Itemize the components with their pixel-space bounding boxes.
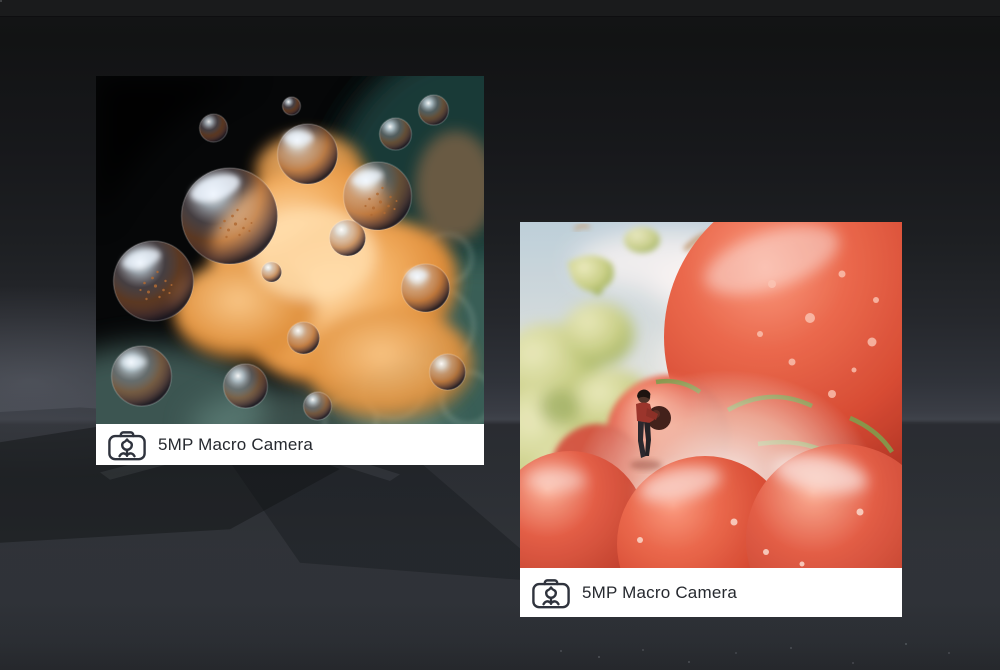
macro-camera-icon [107,429,147,461]
macro-sample-card-tomatoes: 5MP Macro Camera [520,222,902,617]
page-background: 5MP Macro Camera [0,0,1000,670]
top-bar [0,0,1000,17]
camera-label-text: 5MP Macro Camera [158,435,313,455]
macro-sample-card-bubbles: 5MP Macro Camera [96,76,484,465]
macro-camera-icon [531,577,571,609]
camera-label-text: 5MP Macro Camera [582,583,737,603]
macro-photo-tomatoes [520,222,902,568]
camera-label-bar: 5MP Macro Camera [520,568,902,617]
camera-label-bar: 5MP Macro Camera [96,424,484,465]
sand-speckles [0,0,2,2]
macro-photo-bubbles [96,76,484,424]
